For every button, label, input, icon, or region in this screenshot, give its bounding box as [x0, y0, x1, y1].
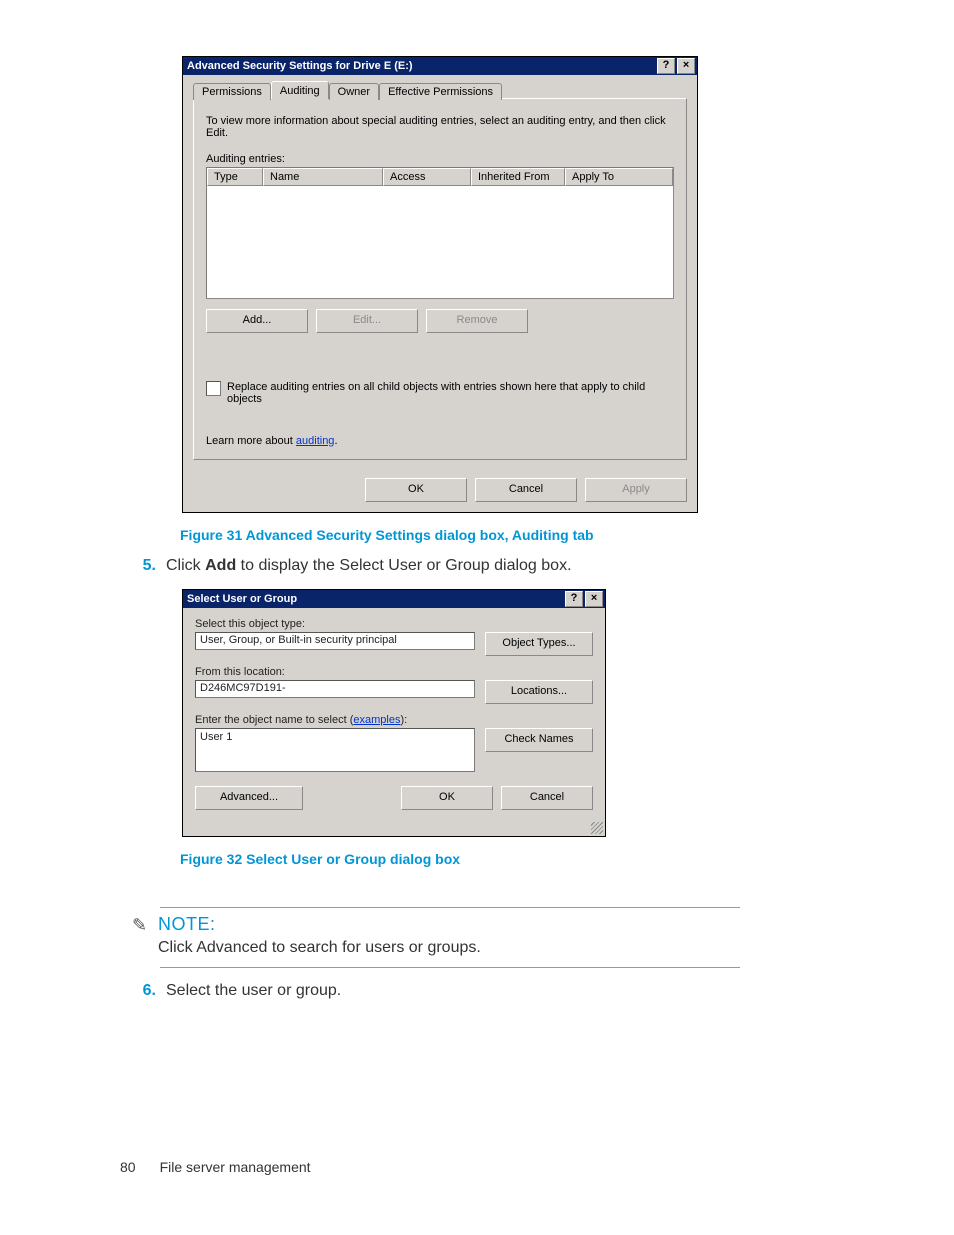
col-access[interactable]: Access	[383, 168, 471, 186]
edit-button[interactable]: Edit...	[316, 309, 418, 333]
col-type[interactable]: Type	[207, 168, 263, 186]
learn-prefix: Learn more about	[206, 435, 296, 447]
examples-link[interactable]: examples	[353, 714, 400, 726]
ok-button[interactable]: OK	[401, 786, 493, 810]
location-label: From this location:	[195, 666, 593, 678]
ok-button[interactable]: OK	[365, 478, 467, 502]
object-type-field: User, Group, or Built-in security princi…	[195, 632, 475, 650]
section-title: File server management	[160, 1159, 311, 1175]
resize-grip-icon[interactable]	[591, 822, 603, 834]
auditing-link[interactable]: auditing	[296, 435, 335, 447]
replace-label: Replace auditing entries on all child ob…	[227, 381, 674, 405]
step-5-text: Click Add to display the Select User or …	[166, 557, 834, 575]
enter-object-label: Enter the object name to select (example…	[195, 714, 593, 726]
cancel-button[interactable]: Cancel	[475, 478, 577, 502]
step-6-text: Select the user or group.	[166, 982, 834, 1000]
note-icon: ✎	[132, 914, 158, 934]
replace-checkbox[interactable]	[206, 381, 221, 396]
page-number: 80	[120, 1159, 136, 1175]
note-label: NOTE:	[158, 914, 481, 935]
object-name-input[interactable]: User 1	[195, 728, 475, 772]
tab-pane: To view more information about special a…	[193, 98, 687, 460]
object-type-label: Select this object type:	[195, 618, 593, 630]
advanced-security-dialog: Advanced Security Settings for Drive E (…	[182, 56, 698, 513]
step-5-number: 5.	[120, 557, 166, 575]
advanced-button[interactable]: Advanced...	[195, 786, 303, 810]
note-separator-top	[160, 907, 740, 908]
location-field: D246MC97D191-	[195, 680, 475, 698]
instruction-text: To view more information about special a…	[206, 115, 674, 139]
tab-owner[interactable]: Owner	[329, 83, 379, 100]
auditing-entries-list[interactable]: Type Name Access Inherited From Apply To	[206, 167, 674, 299]
learn-more-line: Learn more about auditing.	[206, 435, 674, 447]
figure-32-caption: Figure 32 Select User or Group dialog bo…	[180, 851, 834, 867]
dialog2-title: Select User or Group	[187, 593, 563, 605]
figure-31-caption: Figure 31 Advanced Security Settings dia…	[180, 527, 834, 543]
dialog1-title: Advanced Security Settings for Drive E (…	[187, 60, 655, 72]
object-types-button[interactable]: Object Types...	[485, 632, 593, 656]
note-separator-bottom	[160, 967, 740, 968]
help-button[interactable]: ?	[565, 591, 583, 607]
dialog2-titlebar[interactable]: Select User or Group ? ×	[183, 590, 605, 608]
add-button[interactable]: Add...	[206, 309, 308, 333]
locations-button[interactable]: Locations...	[485, 680, 593, 704]
col-inherited[interactable]: Inherited From	[471, 168, 565, 186]
check-names-button[interactable]: Check Names	[485, 728, 593, 752]
cancel-button[interactable]: Cancel	[501, 786, 593, 810]
apply-button[interactable]: Apply	[585, 478, 687, 502]
tab-permissions[interactable]: Permissions	[193, 83, 271, 100]
entries-label: Auditing entries:	[206, 153, 674, 165]
col-name[interactable]: Name	[263, 168, 383, 186]
col-applyto[interactable]: Apply To	[565, 168, 673, 186]
tabstrip: Permissions Auditing Owner Effective Per…	[193, 81, 687, 99]
step-6-number: 6.	[120, 982, 166, 1000]
close-button[interactable]: ×	[585, 591, 603, 607]
select-user-group-dialog: Select User or Group ? × Select this obj…	[182, 589, 606, 837]
help-button[interactable]: ?	[657, 58, 675, 74]
remove-button[interactable]: Remove	[426, 309, 528, 333]
close-button[interactable]: ×	[677, 58, 695, 74]
dialog1-titlebar[interactable]: Advanced Security Settings for Drive E (…	[183, 57, 697, 75]
tab-effective-permissions[interactable]: Effective Permissions	[379, 83, 502, 100]
note-body: Click Advanced to search for users or gr…	[158, 939, 481, 957]
tab-auditing[interactable]: Auditing	[271, 81, 329, 99]
